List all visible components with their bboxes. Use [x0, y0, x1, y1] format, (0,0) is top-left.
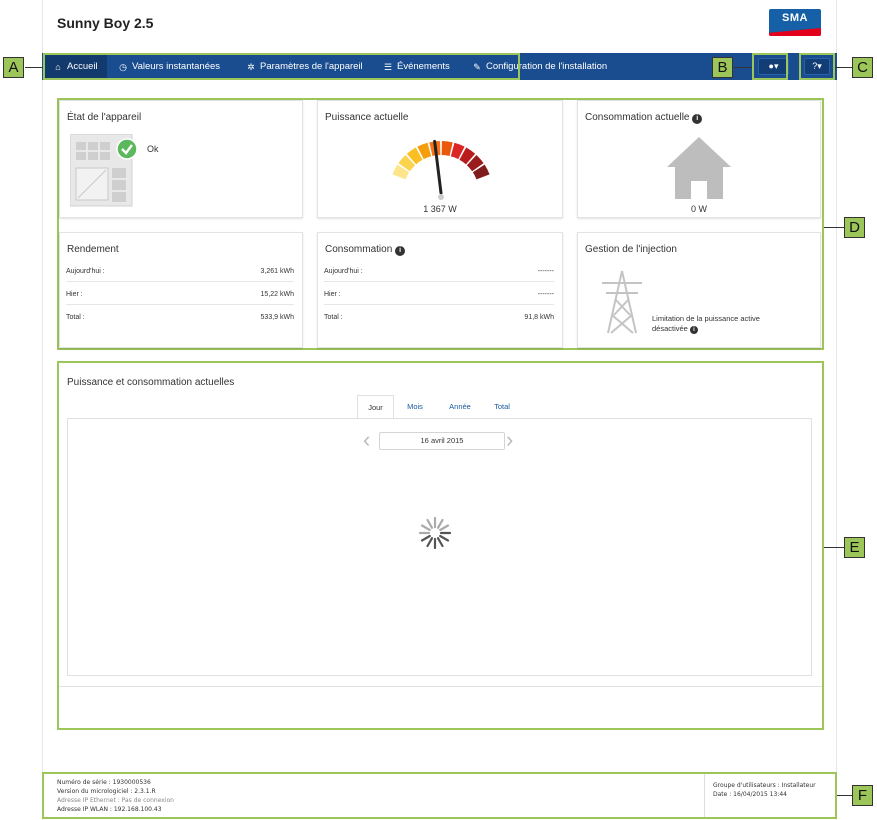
row-value: 15,22 kWh — [260, 291, 294, 298]
chevron-right-icon[interactable]: › — [506, 429, 520, 451]
consumption-row-yesterday: Hier : ------- — [324, 285, 554, 305]
tile-title: Gestion de l'injection — [585, 244, 677, 255]
logo-red-stripe — [769, 28, 821, 36]
tile-title: Rendement — [67, 244, 119, 255]
callout-line-f — [837, 795, 852, 796]
tab-annee[interactable]: Année — [440, 395, 480, 418]
screen: Sunny Boy 2.5 SMA ⌂ Accueil ◷ Valeurs in… — [0, 0, 877, 820]
chevron-left-icon[interactable]: ‹ — [363, 429, 377, 451]
callout-b: B — [712, 57, 733, 78]
feedin-line1: Limitation de la puissance active — [652, 314, 760, 323]
power-gauge — [392, 139, 490, 200]
tile-feedin-management[interactable]: Gestion de l'injection Limitation de la … — [577, 232, 821, 348]
check-circle-icon — [116, 138, 138, 160]
house-icon — [667, 137, 731, 199]
gauge-segment — [441, 141, 453, 156]
callout-f: F — [852, 785, 873, 806]
tile-current-consumption[interactable]: Consommation actuelle i 0 W — [577, 100, 821, 218]
tile-current-power[interactable]: Puissance actuelle 1 367 W — [317, 100, 563, 218]
row-label: Hier : — [324, 291, 341, 298]
spinner-tick — [426, 537, 434, 548]
spinner-tick — [426, 518, 434, 529]
row-value: ------- — [537, 291, 554, 298]
spinner-tick — [436, 537, 444, 548]
callout-a: A — [3, 57, 24, 78]
callout-box-a — [43, 53, 520, 80]
callout-line-e — [824, 547, 844, 548]
footer-date: Date : 16/04/2015 13:44 — [713, 791, 787, 798]
footer-divider — [704, 774, 705, 817]
row-label: Aujourd'hui : — [66, 268, 105, 275]
callout-line-d — [824, 227, 844, 228]
footer-ethernet-ip: Adresse IP Ethernet : Pas de connexion — [57, 797, 174, 804]
tile-title-text: Consommation actuelle — [585, 112, 690, 123]
yield-row-today: Aujourd'hui : 3,261 kWh — [66, 262, 294, 282]
tab-jour[interactable]: Jour — [357, 395, 394, 418]
row-label: Hier : — [66, 291, 83, 298]
consumption-row-total: Total : 91,8 kWh — [324, 308, 554, 328]
callout-c: C — [852, 57, 873, 78]
tile-yield[interactable]: Rendement Aujourd'hui : 3,261 kWh Hier :… — [59, 232, 303, 348]
callout-line-a — [25, 67, 43, 68]
row-value: ------- — [537, 268, 554, 275]
logo-text: SMA — [782, 12, 808, 24]
gauge-segments — [392, 141, 490, 180]
tile-title: État de l'appareil — [67, 112, 142, 123]
spinner-tick — [420, 534, 431, 542]
chart-panel-title: Puissance et consommation actuelles — [67, 377, 235, 388]
tile-title-text: Consommation — [325, 244, 393, 255]
pylon-icon — [602, 270, 642, 334]
info-icon[interactable]: i — [689, 326, 698, 334]
feedin-line2: désactivée — [652, 324, 688, 333]
row-value: 3,261 kWh — [260, 268, 294, 275]
callout-line-c — [835, 67, 852, 68]
app-title: Sunny Boy 2.5 — [57, 15, 154, 31]
sma-logo: SMA — [769, 9, 821, 36]
spinner-tick — [439, 524, 450, 532]
row-value: 91,8 kWh — [524, 314, 554, 321]
tab-mois[interactable]: Mois — [399, 395, 431, 418]
footer-serial: Numéro de série : 1930000536 — [57, 779, 151, 786]
row-value: 533,9 kWh — [260, 314, 294, 321]
spinner-tick — [436, 518, 444, 529]
consumption-row-today: Aujourd'hui : ------- — [324, 262, 554, 282]
row-label: Aujourd'hui : — [324, 268, 363, 275]
info-icon[interactable]: i — [395, 246, 406, 256]
loading-spinner-icon — [418, 516, 452, 550]
tile-consumption[interactable]: Consommation i Aujourd'hui : ------- Hie… — [317, 232, 563, 348]
info-icon[interactable]: i — [692, 114, 703, 124]
spinner-tick — [420, 524, 431, 532]
yield-row-yesterday: Hier : 15,22 kWh — [66, 285, 294, 305]
tile-title: Consommation i — [325, 244, 406, 256]
yield-row-total: Total : 533,9 kWh — [66, 308, 294, 328]
row-label: Total : — [66, 314, 85, 321]
callout-box-c — [799, 53, 835, 80]
chart-area: ‹ 16 avril 2015 › — [67, 418, 812, 676]
footer-user-group: Groupe d'utilisateurs : Installateur — [713, 782, 816, 789]
gauge-pivot — [438, 194, 444, 200]
callout-line-b — [734, 67, 752, 68]
current-power-value: 1 367 W — [423, 204, 457, 214]
date-picker[interactable]: 16 avril 2015 — [379, 432, 505, 450]
tile-title: Puissance actuelle — [325, 112, 409, 123]
callout-box-b — [752, 53, 788, 80]
device-status-text: Ok — [147, 144, 159, 154]
spinner-tick — [439, 534, 450, 542]
tile-device-state[interactable]: État de l'appareil Ok — [59, 100, 303, 218]
tile-title: Consommation actuelle i — [585, 112, 703, 124]
callout-e: E — [844, 537, 865, 558]
chart-panel-divider — [59, 686, 822, 687]
tab-total[interactable]: Total — [486, 395, 518, 418]
footer: Numéro de série : 1930000536 Version du … — [42, 772, 837, 819]
feedin-line2-wrap: désactivée i — [652, 324, 698, 334]
current-consumption-value: 0 W — [690, 204, 707, 214]
row-label: Total : — [324, 314, 343, 321]
callout-d: D — [844, 217, 865, 238]
footer-firmware: Version du micrologiciel : 2.3.1.R — [57, 788, 156, 795]
footer-wlan-ip: Adresse IP WLAN : 192.168.100.43 — [57, 806, 162, 813]
